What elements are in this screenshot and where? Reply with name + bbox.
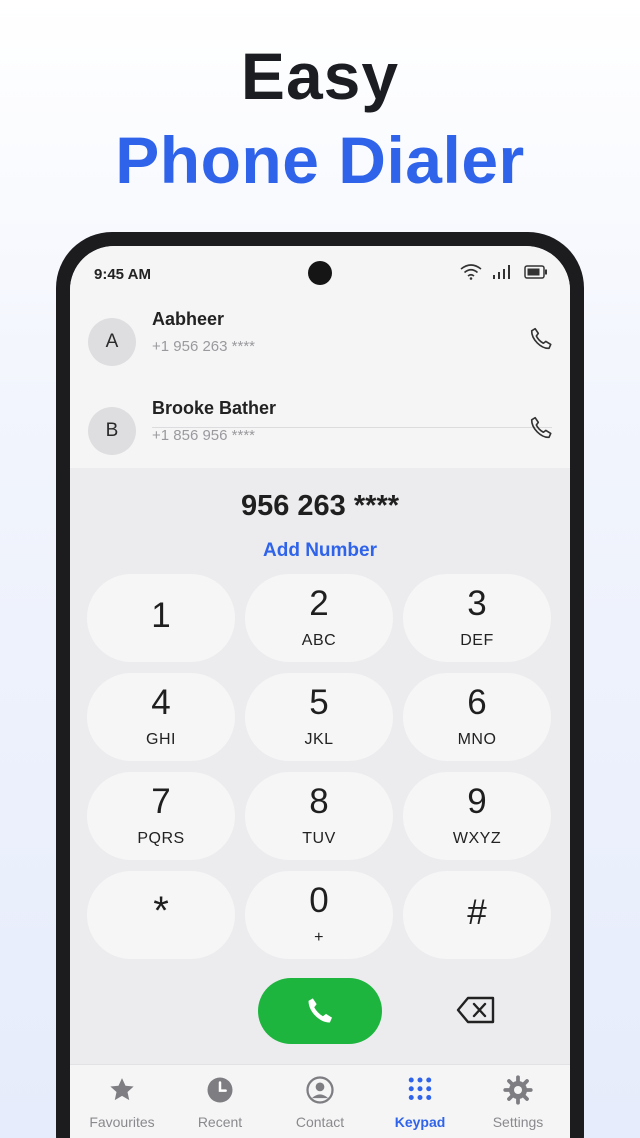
battery-icon xyxy=(524,265,547,279)
avatar: A xyxy=(88,318,136,366)
key-digit: 7 xyxy=(151,782,171,821)
key-4[interactable]: 4 GHI xyxy=(87,673,235,761)
suggested-contacts: A Aabheer +1 956 263 **** B Brooke Bathe… xyxy=(70,302,570,468)
key-letters: JKL xyxy=(304,731,334,748)
signal-icon xyxy=(493,265,510,279)
key-digit: 9 xyxy=(467,782,487,821)
clock-icon xyxy=(207,1077,233,1103)
key-digit: * xyxy=(153,889,169,933)
status-bar: 9:45 AM xyxy=(70,246,570,302)
key-star[interactable]: * xyxy=(87,871,235,959)
key-0[interactable]: 0 + xyxy=(245,871,393,959)
key-digit: 1 xyxy=(151,596,171,635)
call-button[interactable] xyxy=(258,978,382,1044)
nav-item-keypad[interactable]: Keypad xyxy=(370,1075,470,1130)
nav-label: Favourites xyxy=(89,1114,155,1130)
key-digit: 4 xyxy=(151,683,171,722)
backspace-icon[interactable] xyxy=(456,996,496,1024)
star-icon xyxy=(110,1078,134,1101)
key-digit: 2 xyxy=(309,584,329,623)
camera-cutout xyxy=(308,261,332,285)
key-letters: GHI xyxy=(146,731,176,748)
nav-label: Recent xyxy=(197,1114,243,1130)
nav-item-recent[interactable]: Recent xyxy=(170,1075,270,1130)
key-letters: MNO xyxy=(457,731,497,748)
key-digit: 6 xyxy=(467,683,487,722)
phone-icon[interactable] xyxy=(528,326,554,352)
avatar: B xyxy=(88,407,136,455)
phone-frame: 9:45 AM A Aabheer +1 956 263 **** B Broo… xyxy=(56,232,584,1138)
nav-item-settings[interactable]: Settings xyxy=(468,1075,568,1130)
key-8[interactable]: 8 TUV xyxy=(245,772,393,860)
key-digit: 8 xyxy=(309,782,329,821)
key-3[interactable]: 3 DEF xyxy=(403,574,551,662)
contact-row[interactable]: B Brooke Bather +1 856 956 **** xyxy=(70,386,570,468)
key-6[interactable]: 6 MNO xyxy=(403,673,551,761)
nav-item-favourites[interactable]: Favourites xyxy=(72,1075,172,1130)
nav-item-contact[interactable]: Contact xyxy=(270,1075,370,1130)
key-letters: DEF xyxy=(460,632,494,649)
dialed-number: 956 263 **** xyxy=(240,490,400,522)
key-digit: 3 xyxy=(467,584,487,623)
contact-row[interactable]: A Aabheer +1 956 263 **** xyxy=(70,302,570,384)
add-number-link[interactable]: Add Number xyxy=(70,540,570,562)
phone-icon xyxy=(308,998,332,1023)
promo-title-line2: Phone Dialer xyxy=(115,123,525,197)
key-digit: # xyxy=(467,893,487,932)
keypad-icon xyxy=(408,1077,432,1100)
key-7[interactable]: 7 PQRS xyxy=(87,772,235,860)
gear-icon xyxy=(503,1075,533,1105)
key-letters: ABC xyxy=(301,632,337,649)
contact-number: +1 956 263 **** xyxy=(152,338,256,355)
key-letters: + xyxy=(314,929,324,946)
promo-title-line1: Easy xyxy=(240,39,400,113)
status-time: 9:45 AM xyxy=(94,266,151,283)
key-digit: 0 xyxy=(309,881,329,920)
key-letters: WXYZ xyxy=(452,830,502,847)
phone-screen: 9:45 AM A Aabheer +1 956 263 **** B Broo… xyxy=(70,246,570,1138)
contact-name: Aabheer xyxy=(152,309,225,329)
key-1[interactable]: 1 xyxy=(87,574,235,662)
key-9[interactable]: 9 WXYZ xyxy=(403,772,551,860)
key-digit: 5 xyxy=(309,683,329,722)
nav-label: Contact xyxy=(295,1114,345,1130)
person-icon xyxy=(306,1076,334,1104)
key-5[interactable]: 5 JKL xyxy=(245,673,393,761)
key-2[interactable]: 2 ABC xyxy=(245,574,393,662)
wifi-icon xyxy=(460,264,482,280)
contact-number: +1 856 956 **** xyxy=(152,427,256,444)
key-hash[interactable]: # xyxy=(403,871,551,959)
contact-name: Brooke Bather xyxy=(152,398,277,418)
nav-label: Settings xyxy=(492,1114,544,1130)
bottom-nav: Favourites Recent Contact Keypad Setting… xyxy=(70,1064,570,1138)
key-letters: PQRS xyxy=(137,830,185,847)
key-letters: TUV xyxy=(302,830,336,847)
phone-icon[interactable] xyxy=(528,415,554,441)
nav-label: Keypad xyxy=(394,1114,446,1130)
